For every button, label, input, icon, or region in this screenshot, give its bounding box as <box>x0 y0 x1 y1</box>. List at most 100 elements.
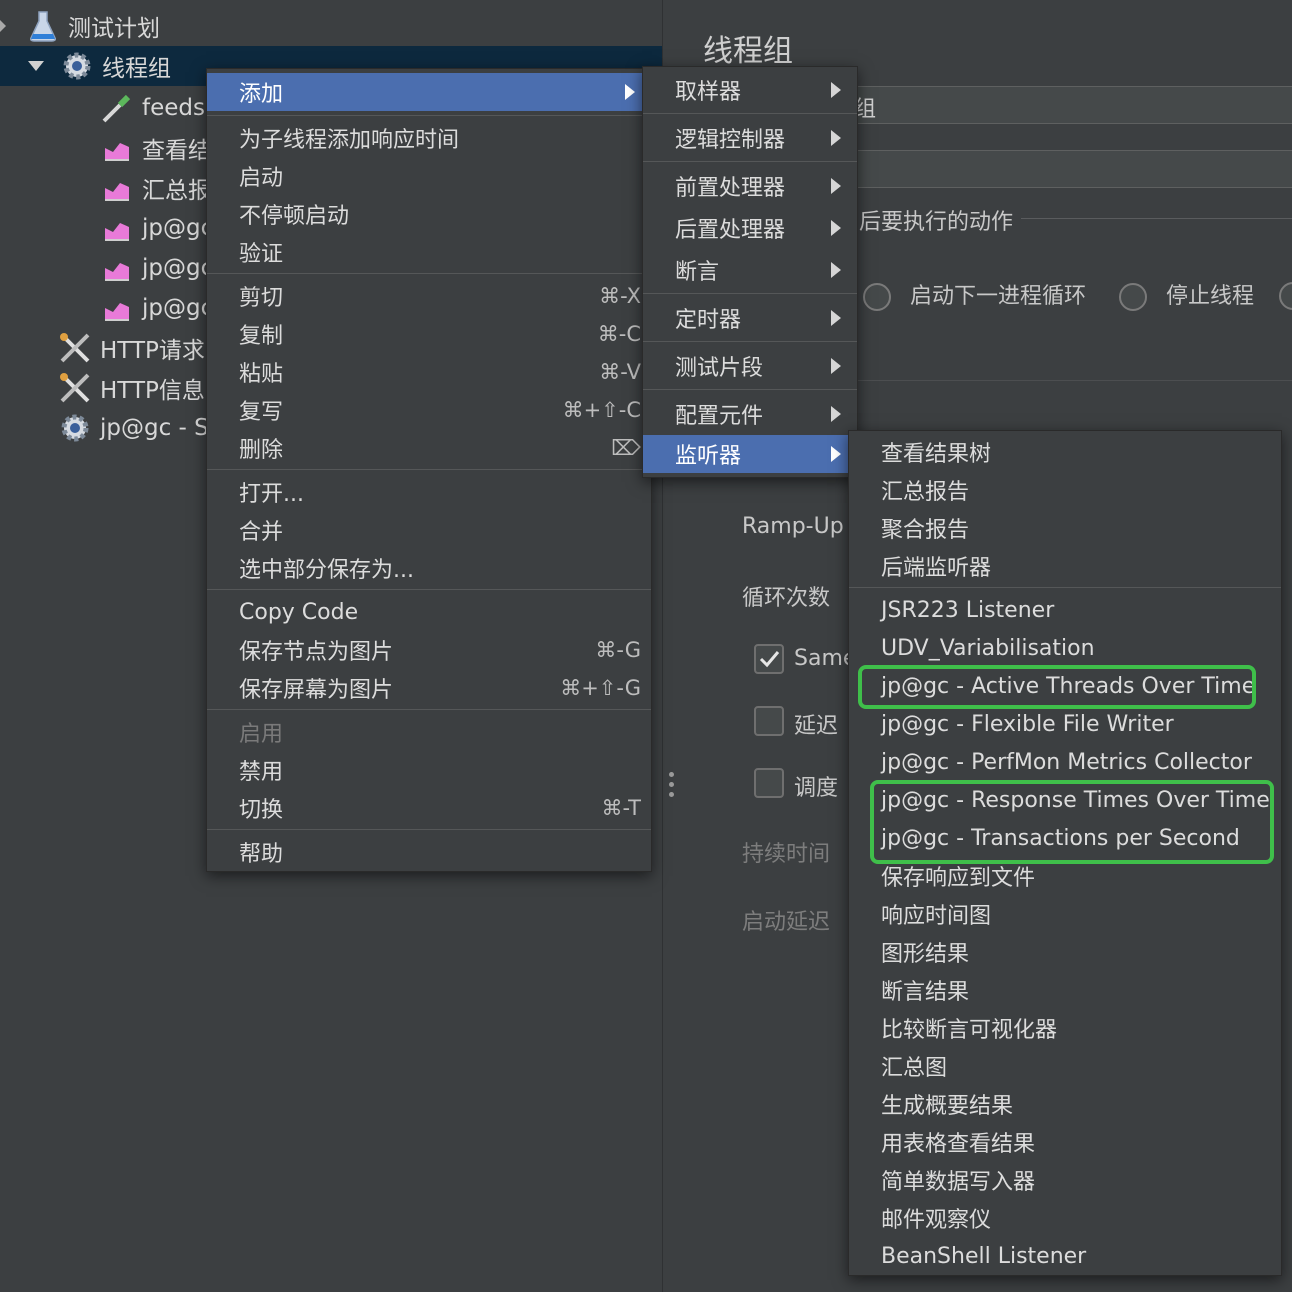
menu-separator <box>207 469 651 470</box>
menu-item-config-element[interactable]: 配置元件 <box>643 395 857 433</box>
listener-item[interactable]: 生成概要结果 <box>849 1085 1281 1123</box>
menu-item-logic-controller[interactable]: 逻辑控制器 <box>643 119 857 157</box>
tree-label: jp@gc <box>142 215 214 241</box>
listener-item[interactable]: 简单数据写入器 <box>849 1161 1281 1199</box>
tree-node-listener[interactable]: jp@gc <box>100 248 213 288</box>
radio-button[interactable] <box>1119 283 1147 311</box>
menu-item-delete[interactable]: 删除 ⌦ <box>207 429 651 467</box>
tree-label: 查看结 <box>142 138 211 164</box>
menu-item-merge[interactable]: 合并 <box>207 511 651 549</box>
menu-label: 前置处理器 <box>675 176 786 201</box>
chevron-right-icon <box>831 130 841 146</box>
menu-label: 保存屏幕为图片 <box>239 678 394 703</box>
menu-item-help[interactable]: 帮助 <box>207 833 651 871</box>
menu-item-test-fragment[interactable]: 测试片段 <box>643 347 857 385</box>
listener-item[interactable]: 断言结果 <box>849 971 1281 1009</box>
menu-label: 为子线程添加响应时间 <box>239 128 460 153</box>
listener-item[interactable]: 聚合报告 <box>849 509 1281 547</box>
menu-item-start[interactable]: 启动 <box>207 157 651 195</box>
listener-item[interactable]: 查看结果树 <box>849 433 1281 471</box>
listener-item[interactable]: 汇总图 <box>849 1047 1281 1085</box>
tree-node-listener[interactable]: 汇总报 <box>100 168 211 208</box>
radio-button[interactable] <box>1279 282 1292 310</box>
menu-item-timer[interactable]: 定时器 <box>643 299 857 337</box>
menu-separator <box>643 293 857 294</box>
listener-item[interactable]: 后端监听器 <box>849 547 1281 585</box>
chart-icon <box>100 171 134 205</box>
menu-item-listener[interactable]: 监听器 <box>643 435 857 473</box>
menu-label: 启动 <box>239 166 284 191</box>
tree-node-listener[interactable]: 查看结 <box>100 128 211 168</box>
listener-item[interactable]: 响应时间图 <box>849 895 1281 933</box>
menu-label: 禁用 <box>239 760 284 785</box>
name-field[interactable]: 组 <box>831 86 1292 124</box>
startup-delay-label: 启动延迟 <box>742 910 831 935</box>
menu-item-disable[interactable]: 禁用 <box>207 751 651 789</box>
menu-item-validate[interactable]: 验证 <box>207 233 651 271</box>
menu-label: 剪切 <box>239 286 284 311</box>
delay-label: 延迟 <box>794 714 839 739</box>
tree-node-jpgc[interactable]: jp@gc - S <box>58 408 209 448</box>
menu-item-sampler[interactable]: 取样器 <box>643 71 857 109</box>
scheduler-checkbox[interactable] <box>754 768 784 798</box>
menu-label: 添加 <box>239 82 284 107</box>
menu-item-paste[interactable]: 粘贴 ⌘-V <box>207 353 651 391</box>
listener-item[interactable]: JSR223 Listener <box>849 591 1281 629</box>
radio-button[interactable] <box>863 283 891 311</box>
listener-item[interactable]: jp@gc - Flexible File Writer <box>849 705 1281 743</box>
delay-checkbox[interactable] <box>754 706 784 736</box>
menu-item-save-selection[interactable]: 选中部分保存为... <box>207 549 651 587</box>
chevron-right-icon <box>625 84 635 100</box>
expand-arrow-icon[interactable] <box>28 61 44 71</box>
shortcut-label: ⌘-X <box>599 284 641 308</box>
menu-item-copy-code[interactable]: Copy Code <box>207 593 651 631</box>
menu-item-assertion[interactable]: 断言 <box>643 251 857 289</box>
listener-item[interactable]: 比较断言可视化器 <box>849 1009 1281 1047</box>
menu-item-duplicate[interactable]: 复写 ⌘+⇧-C <box>207 391 651 429</box>
menu-item-cut[interactable]: 剪切 ⌘-X <box>207 277 651 315</box>
tree-node-test-plan[interactable]: 测试计划 <box>0 6 660 46</box>
same-user-checkbox[interactable] <box>754 644 784 674</box>
menu-item-start-no-pause[interactable]: 不停顿启动 <box>207 195 651 233</box>
add-submenu: 取样器 逻辑控制器 前置处理器 后置处理器 断言 定时器 测试片段 配置元件 监… <box>642 66 858 478</box>
radio-stop-thread[interactable]: 停止线程 <box>1119 278 1254 311</box>
menu-item-add-response-time[interactable]: 为子线程添加响应时间 <box>207 119 651 157</box>
menu-item-add[interactable]: 添加 <box>207 73 651 111</box>
scheduler-label: 调度 <box>794 776 839 801</box>
menu-label: 粘贴 <box>239 362 284 387</box>
listener-item[interactable]: 邮件观察仪 <box>849 1199 1281 1237</box>
radio-start-next-loop[interactable]: 启动下一进程循环 <box>863 278 1086 311</box>
listener-item[interactable]: 汇总报告 <box>849 471 1281 509</box>
menu-label: 断言 <box>675 260 720 285</box>
collapse-arrow-icon[interactable] <box>0 20 6 32</box>
tree-node-http-request[interactable]: HTTP请求 <box>58 328 205 368</box>
gear-icon <box>60 49 94 83</box>
menu-item-save-screen-image[interactable]: 保存屏幕为图片 ⌘+⇧-G <box>207 669 651 707</box>
menu-label: BeanShell Listener <box>881 1243 1087 1269</box>
tree-node-feeds[interactable]: feeds <box>100 88 205 128</box>
flask-icon <box>26 9 60 43</box>
tree-node-listener[interactable]: jp@gc <box>100 288 213 328</box>
tree-node-listener[interactable]: jp@gc <box>100 208 213 248</box>
menu-item-open[interactable]: 打开... <box>207 473 651 511</box>
menu-separator <box>207 273 651 274</box>
listener-item[interactable]: BeanShell Listener <box>849 1237 1281 1275</box>
menu-label: 配置元件 <box>675 404 764 429</box>
menu-item-post-processor[interactable]: 后置处理器 <box>643 209 857 247</box>
comment-field[interactable] <box>831 150 1292 188</box>
menu-item-save-node-image[interactable]: 保存节点为图片 ⌘-G <box>207 631 651 669</box>
menu-label: 响应时间图 <box>881 904 992 929</box>
menu-item-toggle[interactable]: 切换 ⌘-T <box>207 789 651 827</box>
tree-node-http-info[interactable]: HTTP信息 <box>58 368 205 408</box>
menu-label: 用表格查看结果 <box>881 1132 1036 1157</box>
listener-item[interactable]: 用表格查看结果 <box>849 1123 1281 1161</box>
menu-item-copy[interactable]: 复制 ⌘-C <box>207 315 651 353</box>
menu-label: 合并 <box>239 520 284 545</box>
menu-item-pre-processor[interactable]: 前置处理器 <box>643 167 857 205</box>
listener-item[interactable]: 图形结果 <box>849 933 1281 971</box>
listener-item[interactable]: jp@gc - PerfMon Metrics Collector <box>849 743 1281 781</box>
listener-item[interactable]: UDV_Variabilisation <box>849 629 1281 667</box>
shortcut-label: ⌘-T <box>601 796 641 820</box>
wrench-screwdriver-icon <box>58 371 92 405</box>
tree-label: jp@gc - S <box>100 415 209 441</box>
